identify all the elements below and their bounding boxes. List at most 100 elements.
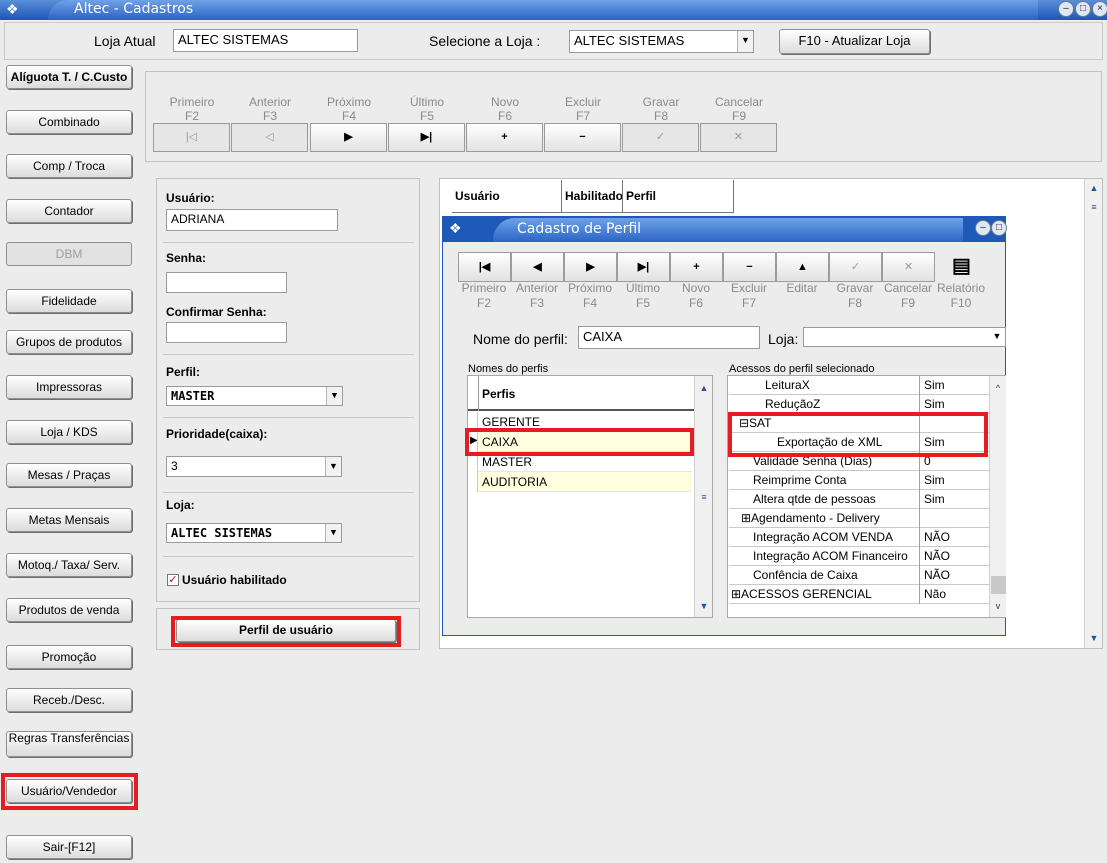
perfil-nav-último-button[interactable]: ▶| (617, 252, 670, 282)
usuario-input[interactable]: ADRIANA (166, 209, 338, 231)
perfis-scrollbar[interactable]: ▲ ≡ ▼ (694, 376, 712, 617)
perfil-nav-anterior-icon: ◀ (533, 261, 542, 273)
chevron-up-icon[interactable]: ^ (990, 380, 1006, 396)
perfil-nav-label: Próximo F4 (562, 281, 618, 311)
perfil-nav-gravar-button[interactable]: ✓ (829, 252, 882, 282)
table-row[interactable]: ⊞Agendamento - Delivery (729, 509, 989, 528)
perfil-nav-editar-button[interactable]: ▲ (776, 252, 829, 282)
sidebar-item-grupos-produtos[interactable]: Grupos de produtos (6, 330, 132, 354)
perfil-select[interactable]: MASTER ▼ (166, 386, 343, 406)
list-item[interactable]: AUDITORIA (478, 472, 692, 492)
sidebar-item-aliquota[interactable]: Alíguota T. / C.Custo (6, 65, 132, 89)
chevron-down-icon[interactable]: ▼ (989, 328, 1005, 346)
scroll-down-icon[interactable]: ▼ (1086, 630, 1102, 646)
sidebar-item-combinado[interactable]: Combinado (6, 110, 132, 134)
prioridade-select[interactable]: 3 ▼ (166, 456, 342, 477)
sidebar-item-receb-desc[interactable]: Receb./Desc. (6, 688, 132, 712)
acessos-scrollbar[interactable]: ^ v (989, 376, 1006, 617)
table-row[interactable]: Altera qtde de pessoas Sim (729, 490, 989, 509)
grid-header-perfil: Perfil (626, 189, 657, 203)
perfil-nav-label-text: Último (625, 281, 660, 295)
usuario-habilitado-checkbox[interactable]: ✓ (167, 574, 179, 586)
perfil-nav-anterior-button[interactable]: ◀ (511, 252, 564, 282)
loja-select[interactable]: ALTEC SISTEMAS ▼ (569, 30, 754, 53)
acesso-value[interactable]: NÃO (924, 547, 950, 566)
usuario-label: Usuário: (166, 191, 215, 205)
chevron-down-icon[interactable]: ▼ (326, 387, 342, 405)
acesso-value[interactable]: Sim (924, 490, 945, 509)
table-row[interactable]: Integração ACOM Financeiro NÃO (729, 547, 989, 566)
perfil-nav-próximo-button[interactable]: ▶ (564, 252, 617, 282)
sidebar-item-produtos-venda[interactable]: Produtos de venda (6, 598, 132, 622)
confirmar-senha-input[interactable] (166, 322, 287, 343)
atualizar-loja-button[interactable]: F10 - Atualizar Loja (779, 29, 930, 54)
prioridade-select-value: 3 (171, 459, 178, 473)
scroll-thumb-icon[interactable]: ≡ (696, 489, 712, 505)
sidebar-item-promocao[interactable]: Promoção (6, 645, 132, 669)
table-row[interactable]: Confência de Caixa NÃO (729, 566, 989, 585)
perfil-nav-novo-button[interactable]: + (670, 252, 723, 282)
selecione-loja-label: Selecione a Loja : (429, 33, 541, 49)
acesso-value[interactable]: NÃO (924, 528, 950, 547)
perfil-nav-primeiro-button[interactable]: |◀ (458, 252, 511, 282)
loja-atual-label: Loja Atual (94, 33, 156, 49)
acesso-value[interactable]: Não (924, 585, 946, 604)
perfil-nav-excluir-icon: − (746, 261, 753, 273)
sidebar-item-fidelidade[interactable]: Fidelidade (6, 289, 132, 313)
chevron-down-icon[interactable]: ▼ (737, 31, 753, 52)
perfil-nav-label-text: Excluir (730, 281, 767, 295)
toolbar-excluir-button[interactable]: − (544, 123, 621, 152)
minimize-icon[interactable]: – (1058, 1, 1074, 17)
scroll-up-icon[interactable]: ▲ (696, 380, 712, 396)
table-row[interactable]: ⊞ACESSOS GERENCIAL Não (729, 585, 989, 604)
perfil-nav-cancelar-button[interactable]: ✕ (882, 252, 935, 282)
chevron-down-icon[interactable]: ▼ (325, 524, 341, 542)
sidebar-item-motoq-taxa-serv[interactable]: Motoq./ Taxa/ Serv. (6, 553, 132, 577)
perfil-nav-relatório-button[interactable]: ▤ (935, 252, 988, 282)
perfil-nav-label: Cancelar F9 (880, 281, 936, 311)
chevron-down-icon[interactable]: ▼ (325, 457, 341, 476)
sidebar-item-mesas-pracas[interactable]: Mesas / Praças (6, 463, 132, 487)
toolbar-próximo-button[interactable]: ▶ (310, 123, 387, 152)
nome-perfil-input[interactable]: CAIXA (578, 326, 760, 349)
perfil-loja-select[interactable]: ▼ (803, 327, 1006, 347)
sidebar-item-usuario-vendedor[interactable]: Usuário/Vendedor (6, 779, 132, 803)
senha-input[interactable] (166, 272, 287, 293)
toolbar-anterior-button[interactable]: ◁ (231, 123, 308, 152)
minimize-icon[interactable]: – (975, 220, 991, 236)
sidebar-item-sair[interactable]: Sair-[F12] (6, 835, 132, 859)
sidebar-item-dbm[interactable]: DBM (6, 242, 132, 266)
toolbar-novo-icon: + (501, 131, 508, 143)
sidebar-item-contador[interactable]: Contador (6, 199, 132, 223)
sidebar-item-regras-transferencias[interactable]: Regras Transferências (6, 731, 132, 757)
toolbar-primeiro-button[interactable]: |◁ (153, 123, 230, 152)
acesso-value[interactable]: NÃO (924, 566, 950, 585)
toolbar-último-button[interactable]: ▶| (388, 123, 465, 152)
loja-form-select[interactable]: ALTEC SISTEMAS ▼ (166, 523, 342, 543)
maximize-icon[interactable]: □ (991, 220, 1007, 236)
acesso-value[interactable]: Sim (924, 471, 945, 490)
sidebar-item-metas-mensais[interactable]: Metas Mensais (6, 508, 132, 532)
scroll-thumb-icon[interactable]: ≡ (1086, 199, 1102, 215)
sidebar-item-comp-troca[interactable]: Comp / Troca (6, 154, 132, 178)
table-row[interactable]: LeituraX Sim (729, 376, 989, 395)
scroll-down-icon[interactable]: ▼ (696, 598, 712, 614)
table-row[interactable]: Integração ACOM VENDA NÃO (729, 528, 989, 547)
grid-scrollbar[interactable]: ▲ ≡ ▼ (1084, 179, 1102, 648)
toolbar-excluir-icon: − (579, 131, 586, 143)
scroll-up-icon[interactable]: ▲ (1086, 180, 1102, 196)
sidebar-item-loja-kds[interactable]: Loja / KDS (6, 420, 132, 444)
chevron-down-icon[interactable]: v (990, 598, 1006, 614)
toolbar-gravar-button[interactable]: ✓ (622, 123, 699, 152)
table-row[interactable]: Reimprime Conta Sim (729, 471, 989, 490)
acesso-value[interactable]: Sim (924, 376, 945, 395)
scroll-thumb[interactable] (991, 576, 1006, 594)
perfil-nav-excluir-button[interactable]: − (723, 252, 776, 282)
maximize-icon[interactable]: □ (1075, 1, 1091, 17)
toolbar-cancelar-button[interactable]: ✕ (700, 123, 777, 152)
perfil-nav-key-text: F9 (900, 296, 915, 310)
sidebar-item-impressoras[interactable]: Impressoras (6, 375, 132, 399)
close-icon[interactable]: × (1092, 1, 1107, 17)
perfil-nav-key-text: F5 (635, 296, 650, 310)
toolbar-novo-button[interactable]: + (466, 123, 543, 152)
